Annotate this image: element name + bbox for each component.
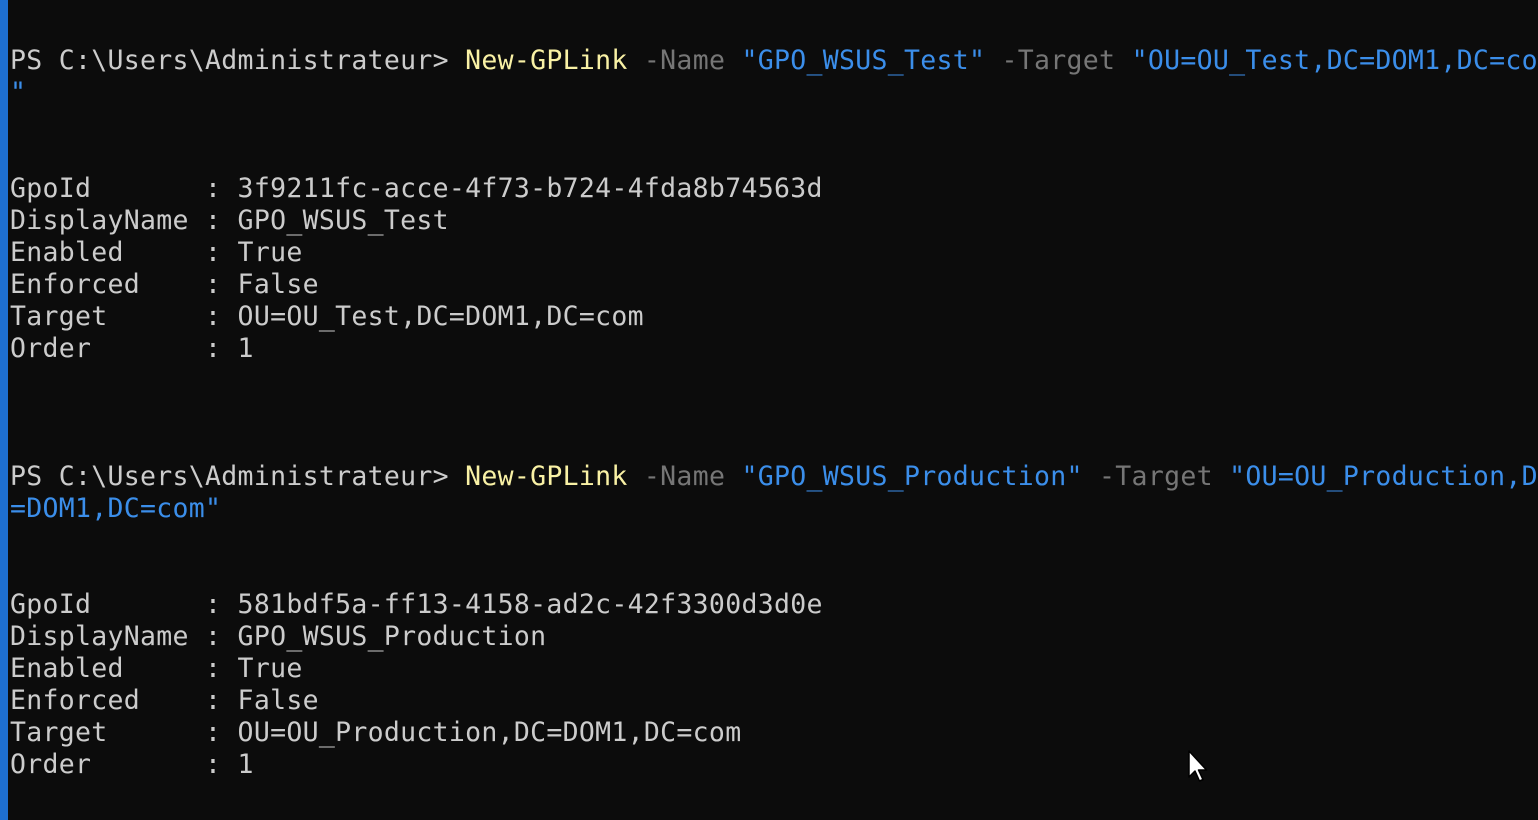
powershell-console[interactable]: PS C:\Users\Administrateur> New-GPLink -…: [0, 0, 1538, 820]
command-line-1: PS C:\Users\Administrateur> New-GPLink -…: [10, 45, 1538, 77]
output-order: Order : 1: [10, 333, 254, 364]
target-value-wrap: =DOM1,DC=com": [10, 493, 222, 524]
prompt: PS C:\Users\Administrateur>: [10, 461, 466, 492]
name-value: "GPO_WSUS_Test": [741, 45, 986, 76]
target-parameter: -Target: [985, 45, 1132, 76]
name-value: "GPO_WSUS_Production": [741, 461, 1083, 492]
target-value: "OU=OU_Test,DC=DOM1,DC=com: [1131, 45, 1538, 76]
console-output[interactable]: PS C:\Users\Administrateur> New-GPLink -…: [10, 0, 1538, 820]
cmdlet: New-GPLink: [465, 461, 628, 492]
output-gpoid: GpoId : 3f9211fc-acce-4f73-b724-4fda8b74…: [10, 173, 823, 204]
command-line-2-wrap: =DOM1,DC=com": [10, 493, 221, 525]
output-displayname: DisplayName : GPO_WSUS_Production: [10, 621, 547, 652]
prompt: PS C:\Users\Administrateur>: [10, 45, 466, 76]
output-enabled: Enabled : True: [10, 653, 303, 684]
output-enabled: Enabled : True: [10, 237, 303, 268]
output-displayname: DisplayName : GPO_WSUS_Test: [10, 205, 449, 236]
target-value: "OU=OU_Production,DC: [1229, 461, 1538, 492]
name-parameter: -Name: [627, 461, 742, 492]
output-enforced: Enforced : False: [10, 685, 319, 716]
command-line-1-wrap: ": [10, 77, 26, 109]
mouse-pointer-icon: [1188, 750, 1208, 782]
window-edge: [0, 0, 8, 820]
target-parameter: -Target: [1082, 461, 1230, 492]
output-gpoid: GpoId : 581bdf5a-ff13-4158-ad2c-42f3300d…: [10, 589, 823, 620]
target-value-wrap: ": [10, 77, 27, 108]
name-parameter: -Name: [627, 45, 742, 76]
command-line-2: PS C:\Users\Administrateur> New-GPLink -…: [10, 461, 1538, 493]
output-enforced: Enforced : False: [10, 269, 319, 300]
output-order: Order : 1: [10, 749, 254, 780]
output-target: Target : OU=OU_Test,DC=DOM1,DC=com: [10, 301, 644, 332]
cmdlet: New-GPLink: [465, 45, 628, 76]
output-target: Target : OU=OU_Production,DC=DOM1,DC=com: [10, 717, 742, 748]
